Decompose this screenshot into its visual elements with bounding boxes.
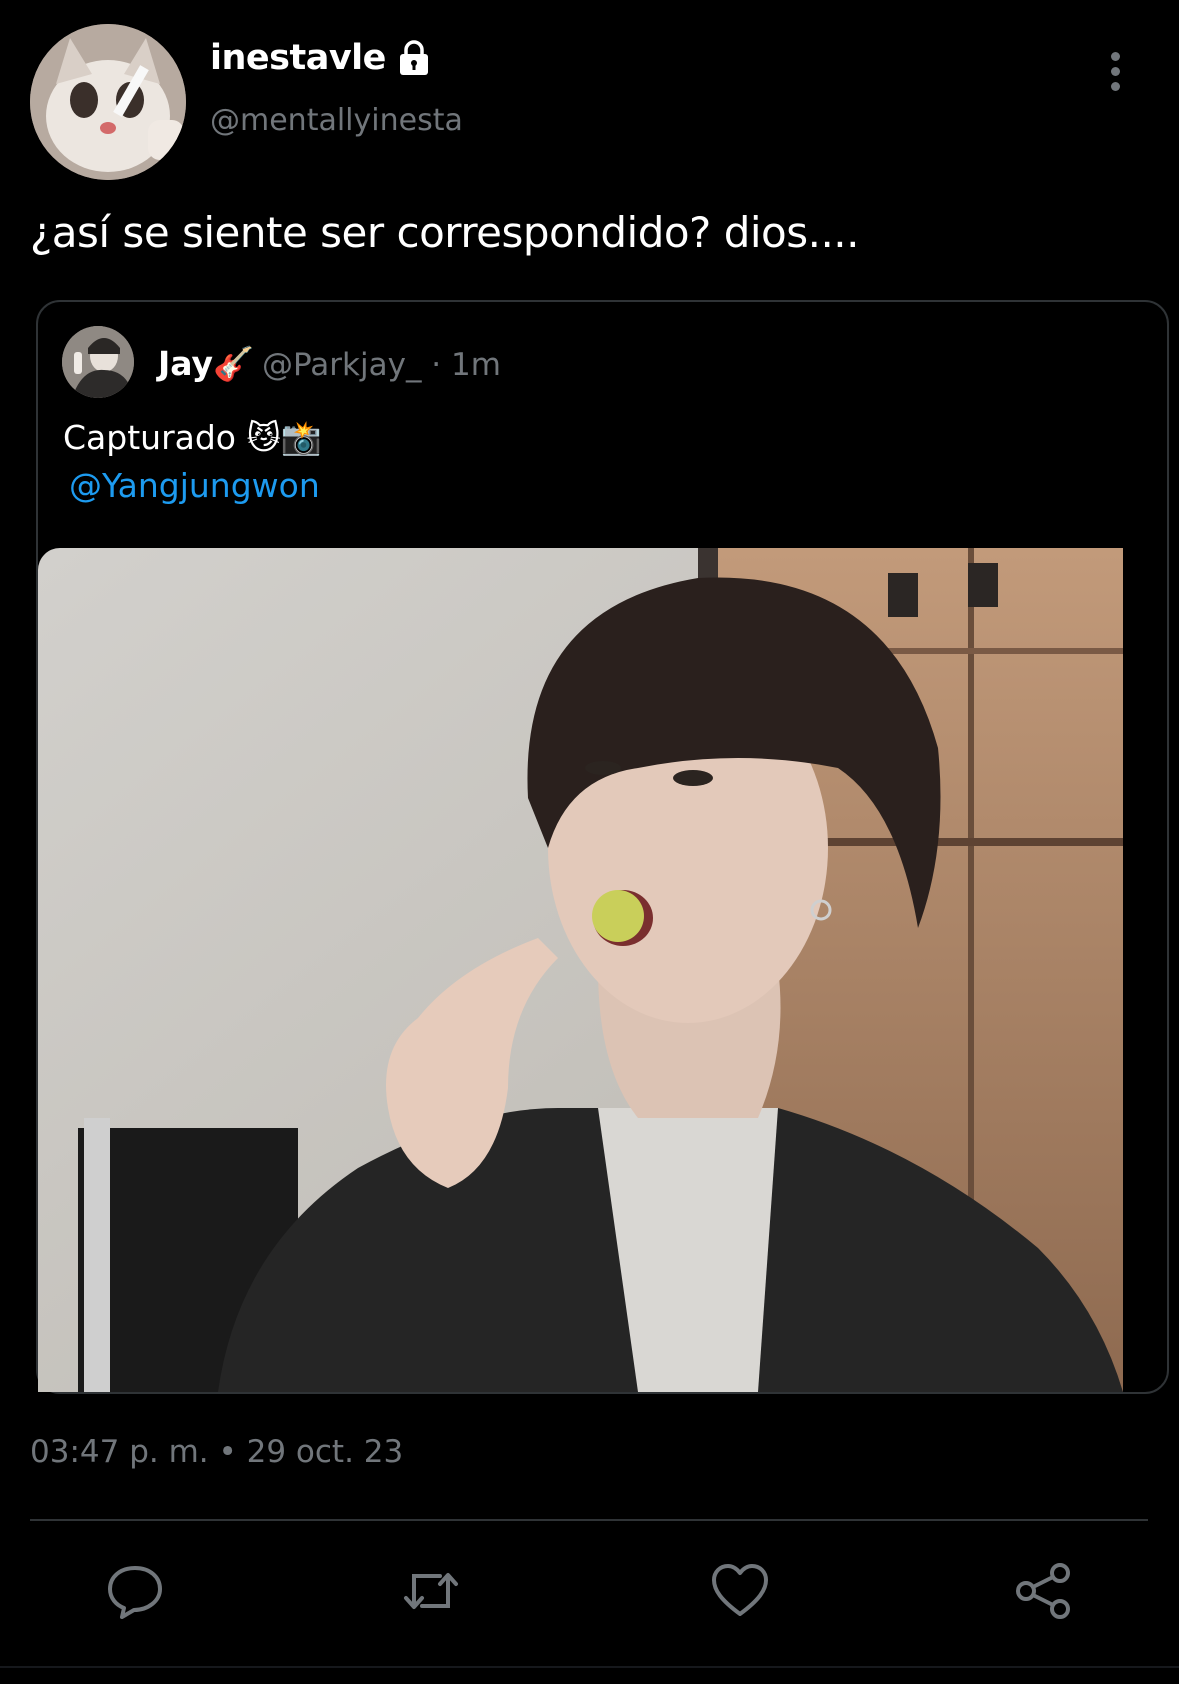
quoted-handle-time[interactable]: @Parkjay_ · 1m: [262, 347, 501, 383]
reply-icon: [108, 1566, 162, 1619]
author-avatar[interactable]: [30, 24, 186, 180]
more-dot-icon: [1110, 67, 1120, 76]
bottom-divider: [0, 1666, 1179, 1668]
author-name-row[interactable]: inestavle: [210, 38, 434, 78]
more-dot-icon: [1110, 52, 1120, 61]
retweet-button[interactable]: [400, 1560, 462, 1622]
tweet-timestamp: 03:47 p. m. • 29 oct. 23: [30, 1434, 404, 1470]
quoted-mention-link[interactable]: @Yangjungwon: [69, 466, 320, 505]
more-dot-icon: [1110, 82, 1120, 91]
lock-icon: [394, 38, 434, 78]
more-options-button[interactable]: [1100, 52, 1130, 98]
share-button[interactable]: [1013, 1560, 1075, 1622]
retweet-icon: [404, 1573, 458, 1609]
quoted-tweet-text: Capturado 😼📸: [63, 418, 322, 457]
reply-button[interactable]: [104, 1560, 166, 1622]
quoted-tweet-photo[interactable]: [38, 548, 1123, 1392]
tweet-text: ¿así se siente ser correspondido? dios..…: [30, 208, 860, 257]
heart-icon: [712, 1564, 768, 1616]
photo-image: [38, 548, 1123, 1392]
like-button[interactable]: [709, 1560, 771, 1622]
quoted-author-avatar[interactable]: [62, 326, 134, 398]
quoted-display-name[interactable]: Jay🎸: [158, 344, 254, 384]
author-display-name[interactable]: inestavle: [210, 38, 386, 78]
divider: [30, 1519, 1148, 1521]
cat-avatar-icon: [30, 24, 186, 180]
author-handle[interactable]: @mentallyinesta: [210, 103, 463, 138]
person-avatar-icon: [62, 326, 134, 398]
share-icon: [1016, 1563, 1070, 1619]
